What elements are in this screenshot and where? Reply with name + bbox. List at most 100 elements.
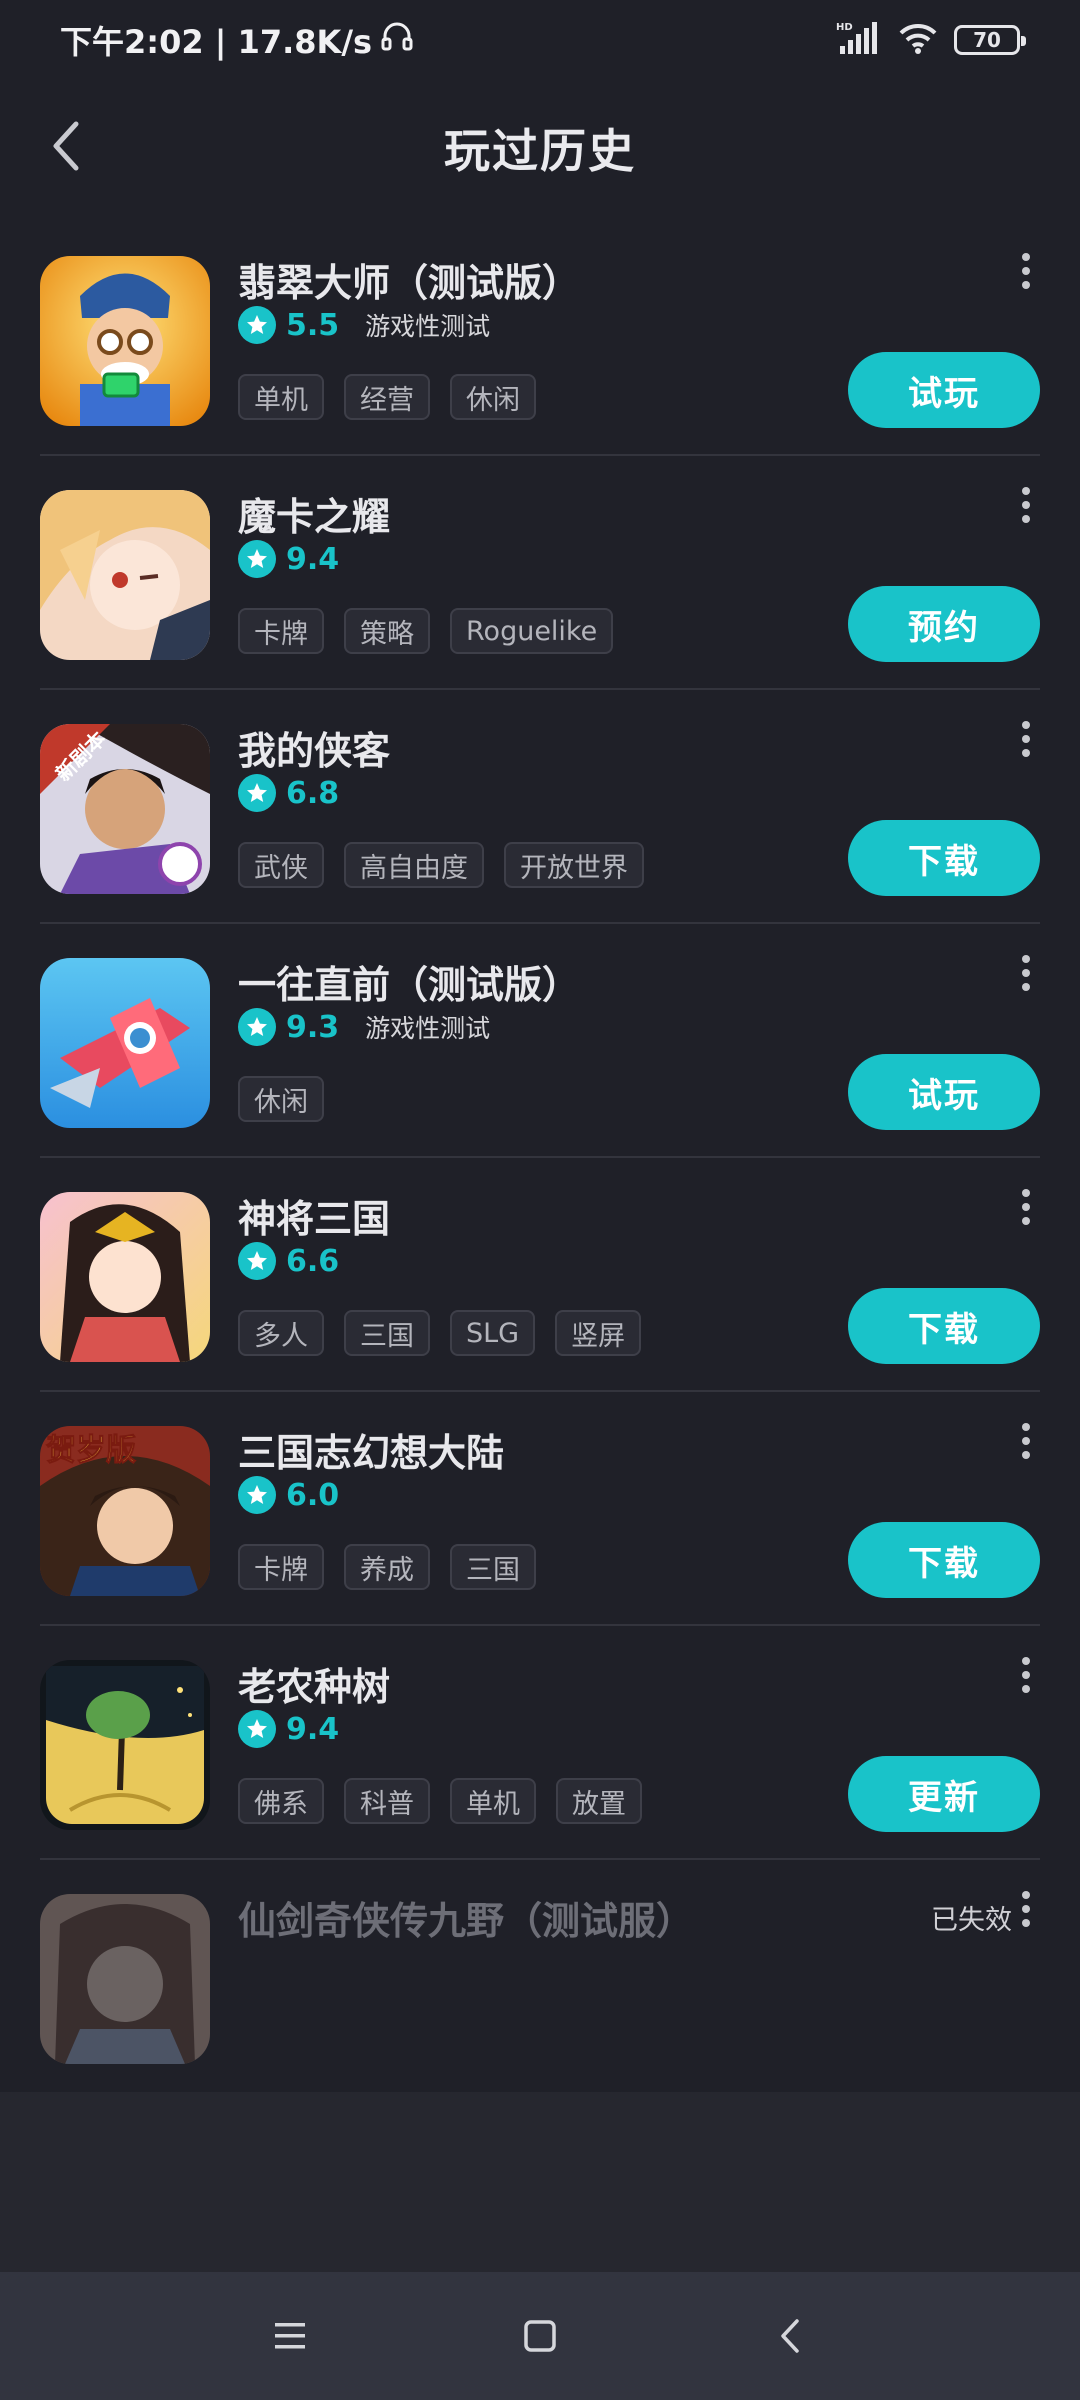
- game-name[interactable]: 魔卡之耀: [238, 486, 390, 541]
- more-options-icon[interactable]: [1006, 1416, 1046, 1466]
- list-item[interactable]: 魔卡之耀 9.4 卡牌 策略 Roguelike 预约: [40, 456, 1040, 690]
- trial-button[interactable]: 试玩: [848, 1054, 1040, 1130]
- rating-value: 9.4: [286, 1711, 340, 1747]
- tag[interactable]: 开放世界: [504, 842, 644, 888]
- anime-girl-game-icon[interactable]: [40, 490, 210, 660]
- more-options-icon[interactable]: [1006, 480, 1046, 530]
- tag[interactable]: 养成: [344, 1544, 430, 1590]
- game-name[interactable]: 三国志幻想大陆: [238, 1422, 504, 1477]
- tag[interactable]: 科普: [344, 1778, 430, 1824]
- tag[interactable]: 休闲: [238, 1076, 324, 1122]
- tag[interactable]: 休闲: [450, 374, 536, 420]
- rating-row: 6.6: [238, 1242, 339, 1280]
- battery-icon: 70: [954, 25, 1026, 55]
- list-item[interactable]: 贺岁版 三国志幻想大陆 6.0 卡牌 养成 三国 下载: [40, 1392, 1040, 1626]
- header: 玩过历史: [0, 100, 1080, 196]
- game-name[interactable]: 一往直前（测试版）: [238, 954, 580, 1009]
- tag[interactable]: 武侠: [238, 842, 324, 888]
- game-name[interactable]: 老农种树: [238, 1656, 390, 1711]
- tag-list: 武侠 高自由度 开放世界: [238, 842, 644, 888]
- tag[interactable]: 佛系: [238, 1778, 324, 1824]
- rating-row: 9.3 游戏性测试: [238, 1008, 490, 1046]
- rating-note: 游戏性测试: [365, 312, 491, 341]
- rating-value: 6.0: [286, 1477, 340, 1513]
- list-item[interactable]: 神将三国 6.6 多人 三国 SLG 竖屏 下载: [40, 1158, 1040, 1392]
- reserve-button[interactable]: 预约: [848, 586, 1040, 662]
- list-item[interactable]: 翡翠大师（测试版） 5.5 游戏性测试 单机 经营 休闲 试玩: [40, 222, 1040, 456]
- rating-row: 5.5 游戏性测试: [238, 306, 490, 344]
- game-name[interactable]: 我的侠客: [238, 720, 390, 775]
- back-icon[interactable]: [760, 2306, 820, 2366]
- general-girl-game-icon[interactable]: [40, 1192, 210, 1362]
- menu-icon[interactable]: [260, 2306, 320, 2366]
- tag-list: 卡牌 策略 Roguelike: [238, 608, 614, 654]
- tag[interactable]: Roguelike: [450, 608, 614, 654]
- rating-value: 9.4: [286, 541, 340, 577]
- star-icon: [238, 306, 276, 344]
- tag-list: 多人 三国 SLG 竖屏: [238, 1310, 642, 1356]
- three-kingdoms-warrior-game-icon[interactable]: 贺岁版: [40, 1426, 210, 1596]
- more-options-icon[interactable]: [1006, 1182, 1046, 1232]
- more-options-icon[interactable]: [1006, 948, 1046, 998]
- update-button[interactable]: 更新: [848, 1756, 1040, 1832]
- tag[interactable]: 单机: [450, 1778, 536, 1824]
- empty-area: [0, 2092, 1080, 2272]
- rating-value: 6.6: [286, 1243, 340, 1279]
- list-item[interactable]: 老农种树 9.4 佛系 科普 单机 放置 更新: [40, 1626, 1040, 1860]
- rating-value: 9.3: [286, 1009, 340, 1045]
- headset-icon: [380, 19, 414, 61]
- download-button[interactable]: 下载: [848, 1522, 1040, 1598]
- home-square-icon[interactable]: [510, 2306, 570, 2366]
- tag-list: 佛系 科普 单机 放置: [238, 1778, 642, 1824]
- chevron-left-icon: [48, 120, 84, 176]
- tag[interactable]: 高自由度: [344, 842, 484, 888]
- more-options-icon[interactable]: [1006, 1884, 1046, 1934]
- more-options-icon[interactable]: [1006, 1650, 1046, 1700]
- page-title: 玩过历史: [444, 124, 636, 178]
- tag[interactable]: 放置: [556, 1778, 642, 1824]
- download-button[interactable]: 下载: [848, 820, 1040, 896]
- game-name[interactable]: 仙剑奇侠传九野（测试服）: [238, 1890, 694, 1945]
- star-icon: [238, 1242, 276, 1280]
- game-name[interactable]: 翡翠大师（测试版）: [238, 252, 580, 307]
- list-item[interactable]: 新剧本 我的侠客 6.8 武侠 高自由度 开放世界 下载: [40, 690, 1040, 924]
- tag[interactable]: 多人: [238, 1310, 324, 1356]
- tag-list: 卡牌 养成 三国: [238, 1544, 536, 1590]
- tag[interactable]: 三国: [344, 1310, 430, 1356]
- tag[interactable]: 卡牌: [238, 1544, 324, 1590]
- tag[interactable]: 经营: [344, 374, 430, 420]
- list-item[interactable]: 仙剑奇侠传九野（测试服） 已失效: [40, 1860, 1040, 2094]
- rating-value: 5.5: [286, 307, 340, 343]
- status-time: 下午2:02 | 17.8K/s: [60, 23, 373, 61]
- more-options-icon[interactable]: [1006, 714, 1046, 764]
- signal-icon: HD: [836, 20, 882, 60]
- star-icon: [238, 540, 276, 578]
- tag[interactable]: SLG: [450, 1310, 536, 1356]
- tag[interactable]: 卡牌: [238, 608, 324, 654]
- more-options-icon[interactable]: [1006, 246, 1046, 296]
- star-icon: [238, 1710, 276, 1748]
- tag[interactable]: 竖屏: [555, 1310, 642, 1356]
- back-button[interactable]: [30, 112, 102, 184]
- rating-note: 游戏性测试: [365, 1014, 491, 1043]
- swordsman-game-icon[interactable]: 新剧本: [40, 724, 210, 894]
- airplane-game-icon[interactable]: [40, 958, 210, 1128]
- rating-value: 6.8: [286, 775, 340, 811]
- tag[interactable]: 策略: [344, 608, 430, 654]
- jade-master-game-icon[interactable]: [40, 256, 210, 426]
- tag[interactable]: 三国: [450, 1544, 536, 1590]
- tag[interactable]: 单机: [238, 374, 324, 420]
- download-button[interactable]: 下载: [848, 1288, 1040, 1364]
- rating-row: 6.0: [238, 1476, 339, 1514]
- trial-button[interactable]: 试玩: [848, 352, 1040, 428]
- xianjian-game-icon[interactable]: [40, 1894, 210, 2064]
- star-icon: [238, 774, 276, 812]
- status-right: HD 70: [836, 20, 1026, 60]
- tree-game-icon[interactable]: [40, 1660, 210, 1830]
- game-name[interactable]: 神将三国: [238, 1188, 390, 1243]
- rating-row: 6.8: [238, 774, 339, 812]
- status-bar: 下午2:02 | 17.8K/s HD 70: [0, 0, 1080, 80]
- game-icon-banner: 贺岁版: [46, 1433, 136, 1468]
- list-item[interactable]: 一往直前（测试版） 9.3 游戏性测试 休闲 试玩: [40, 924, 1040, 1158]
- wifi-icon: [898, 22, 938, 58]
